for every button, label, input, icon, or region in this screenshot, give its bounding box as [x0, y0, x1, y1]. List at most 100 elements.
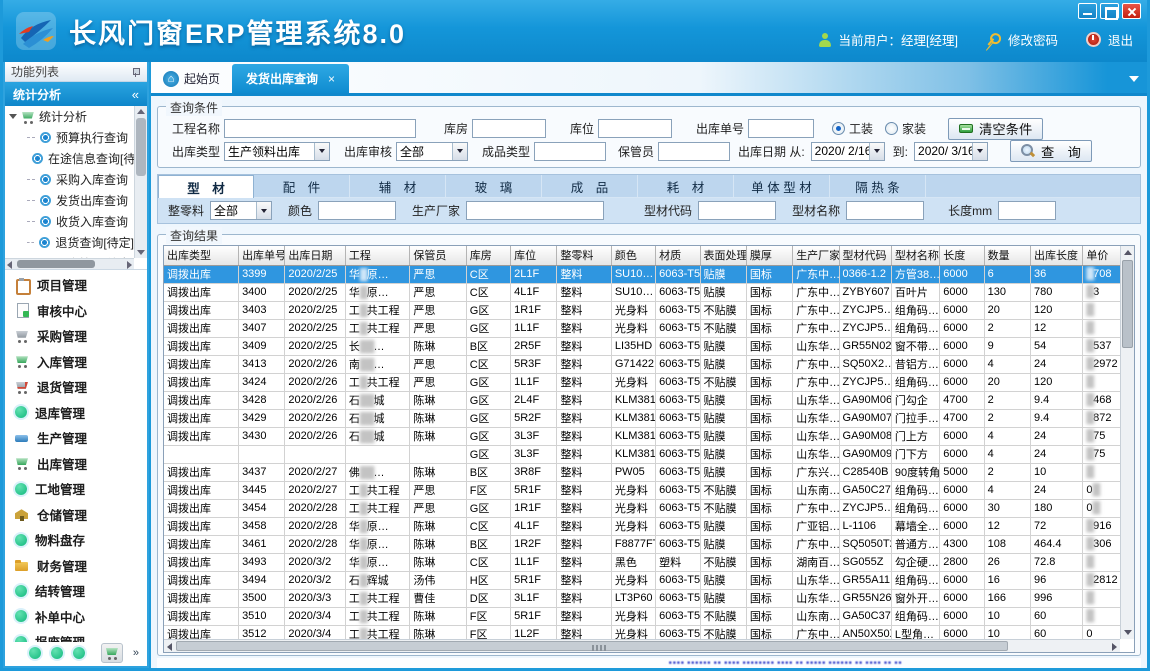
product-type-input[interactable]	[534, 142, 606, 161]
manufacturer-input[interactable]	[466, 201, 604, 220]
green-dot-icon[interactable]	[29, 647, 41, 659]
chevron-down-icon[interactable]	[452, 143, 467, 160]
chevron-down-icon[interactable]	[972, 143, 987, 160]
out-audit-combo[interactable]: 全部	[396, 142, 468, 161]
table-row-10[interactable]: G区3L3F整料KLM38176063-T5贴膜国标山东华…GA90M09…门下…	[164, 445, 1120, 463]
material-tab-2[interactable]: 辅 材	[350, 175, 446, 198]
sidebar-section-header[interactable]: 统计分析 «	[5, 82, 147, 106]
sidebar-item-采购管理[interactable]: 采购管理	[5, 323, 147, 349]
column-header-库房[interactable]: 库房	[466, 246, 510, 265]
profile-name-input[interactable]	[846, 201, 924, 220]
grid-vertical-scrollbar[interactable]	[1120, 246, 1134, 639]
close-button[interactable]	[1122, 3, 1141, 19]
radio-jiazhuang[interactable]	[885, 122, 898, 135]
tree-root-node[interactable]: 统计分析	[5, 106, 134, 127]
column-header-保管员[interactable]: 保管员	[410, 246, 466, 265]
column-header-生产厂家[interactable]: 生产厂家	[793, 246, 839, 265]
green-dot-icon[interactable]	[73, 647, 85, 659]
color-input[interactable]	[318, 201, 396, 220]
table-row-8[interactable]: 调拨出库34292020/2/26石██城陈琳G区5R2F整料KLM381760…	[164, 409, 1120, 427]
table-row-19[interactable]: 调拨出库35102020/3/4工█共工程陈琳F区5R1F整料光身料6063-T…	[164, 607, 1120, 625]
sidebar-item-补单中心[interactable]: 补单中心	[5, 604, 147, 630]
column-header-整零料[interactable]: 整零料	[557, 246, 611, 265]
sidebar-item-项目管理[interactable]: 项目管理	[5, 272, 147, 298]
material-tab-6[interactable]: 单 体 型 材	[734, 175, 830, 198]
tree-item-1[interactable]: 在途信息查询[待	[5, 148, 134, 169]
out-type-combo[interactable]: 生产领料出库	[224, 142, 330, 161]
table-row-0[interactable]: 调拨出库33992020/2/25华█原…严思C区2L1F整料SU10…6063…	[164, 265, 1120, 283]
tree-item-0[interactable]: 预算执行查询	[5, 127, 134, 148]
tree-item-5[interactable]: 退货查询[待定]	[5, 232, 134, 253]
table-row-16[interactable]: 调拨出库34932020/3/2华█原…陈琳C区1L1F整料黑色塑料不贴膜国标湖…	[164, 553, 1120, 571]
date-to-picker[interactable]: 2020/ 3/16	[914, 142, 988, 161]
table-row-9[interactable]: 调拨出库34302020/2/26石██城陈琳G区3L3F整料KLM381760…	[164, 427, 1120, 445]
table-row-18[interactable]: 调拨出库35002020/3/3工█共工程曹佳D区3L1F整料LT3P60606…	[164, 589, 1120, 607]
expand-triangle-icon[interactable]	[9, 114, 17, 119]
column-header-库位[interactable]: 库位	[511, 246, 557, 265]
pin-icon[interactable]	[131, 67, 141, 77]
column-header-长度[interactable]: 长度	[940, 246, 984, 265]
green-dot-icon[interactable]	[51, 647, 63, 659]
sidebar-item-出库管理[interactable]: 出库管理	[5, 451, 147, 477]
table-row-3[interactable]: 调拨出库34072020/2/25工█共工程严思G区1L1F整料光身料6063-…	[164, 319, 1120, 337]
tree-horizontal-scrollbar[interactable]	[5, 258, 134, 269]
tab-list-dropdown-icon[interactable]	[1129, 76, 1139, 82]
material-tab-3[interactable]: 玻 璃	[446, 175, 542, 198]
sidebar-item-财务管理[interactable]: 财务管理	[5, 553, 147, 579]
sidebar-item-工地管理[interactable]: 工地管理	[5, 476, 147, 502]
chevron-down-icon[interactable]	[314, 143, 329, 160]
change-password-button[interactable]: 修改密码	[1008, 30, 1058, 49]
material-tab-7[interactable]: 隔 热 条	[830, 175, 926, 198]
column-header-单价[interactable]: 单价	[1083, 246, 1120, 265]
project-name-input[interactable]	[224, 119, 416, 138]
column-header-型材代码[interactable]: 型材代码	[839, 246, 891, 265]
location-input[interactable]	[598, 119, 672, 138]
column-header-颜色[interactable]: 颜色	[611, 246, 655, 265]
column-header-膜厚[interactable]: 膜厚	[746, 246, 792, 265]
table-row-15[interactable]: 调拨出库34612020/2/28华█原…陈琳B区1R2F整料F8877FT60…	[164, 535, 1120, 553]
maximize-button[interactable]	[1100, 3, 1119, 19]
material-tab-0[interactable]: 型 材	[158, 175, 254, 198]
column-header-数量[interactable]: 数量	[984, 246, 1030, 265]
table-row-7[interactable]: 调拨出库34282020/2/26石██城陈琳G区2L4F整料KLM381760…	[164, 391, 1120, 409]
tab-shipment-outbound-query[interactable]: 发货出库查询 ×	[232, 64, 349, 93]
material-tab-5[interactable]: 耗 材	[638, 175, 734, 198]
column-header-型材名称[interactable]: 型材名称	[891, 246, 939, 265]
radio-gongzhuang-label[interactable]: 工装	[849, 120, 873, 137]
table-row-14[interactable]: 调拨出库34582020/2/28华█原…陈琳C区4L1F整料光身料6063-T…	[164, 517, 1120, 535]
tab-close-icon[interactable]: ×	[328, 72, 335, 86]
column-header-出库长度[interactable]: 出库长度	[1030, 246, 1082, 265]
table-row-5[interactable]: 调拨出库34132020/2/26南██…严思C区5R3F整料G71422606…	[164, 355, 1120, 373]
table-row-11[interactable]: 调拨出库34372020/2/27佛██…陈琳B区3R8F整料PW056063-…	[164, 463, 1120, 481]
column-header-表面处理[interactable]: 表面处理	[700, 246, 746, 265]
minimize-button[interactable]	[1078, 3, 1097, 19]
table-row-4[interactable]: 调拨出库34092020/2/25长██…陈琳B区2R5F整料LI35HD606…	[164, 337, 1120, 355]
date-from-picker[interactable]: 2020/ 2/16	[811, 142, 885, 161]
sidebar-item-审核中心[interactable]: 审核中心	[5, 298, 147, 324]
sidebar-item-退货管理[interactable]: 退货管理	[5, 374, 147, 400]
column-header-材质[interactable]: 材质	[656, 246, 700, 265]
chevron-down-icon[interactable]	[869, 143, 884, 160]
column-header-工程[interactable]: 工程	[345, 246, 409, 265]
collapse-icon[interactable]: «	[132, 87, 139, 102]
material-tab-1[interactable]: 配 件	[254, 175, 350, 198]
table-row-1[interactable]: 调拨出库34002020/2/25华█原…严思C区4L1F整料SU10…6063…	[164, 283, 1120, 301]
tree-vertical-scrollbar[interactable]	[134, 106, 147, 258]
length-mm-input[interactable]	[998, 201, 1056, 220]
table-row-17[interactable]: 调拨出库34942020/3/2石█辉城汤伟H区5R1F整料光身料6063-T5…	[164, 571, 1120, 589]
warehouse-input[interactable]	[472, 119, 546, 138]
logout-button[interactable]: 退出	[1108, 30, 1133, 49]
order-no-input[interactable]	[748, 119, 814, 138]
column-header-出库单号[interactable]: 出库单号	[239, 246, 285, 265]
cart-button[interactable]	[101, 643, 123, 663]
sidebar-item-入库管理[interactable]: 入库管理	[5, 349, 147, 375]
table-row-12[interactable]: 调拨出库34452020/2/27工█共工程严思F区5R1F整料光身料6063-…	[164, 481, 1120, 499]
tree-item-4[interactable]: 收货入库查询	[5, 211, 134, 232]
table-row-2[interactable]: 调拨出库34032020/2/25工█共工程严思G区1R1F整料光身料6063-…	[164, 301, 1120, 319]
tab-home[interactable]: ⌂ 起始页	[155, 65, 232, 93]
chevron-down-icon[interactable]	[256, 202, 271, 219]
sidebar-item-退库管理[interactable]: 退库管理	[5, 400, 147, 426]
whole-part-combo[interactable]: 全部	[210, 201, 272, 220]
column-header-出库日期[interactable]: 出库日期	[285, 246, 345, 265]
sidebar-item-报废管理[interactable]: 报废管理	[5, 629, 147, 642]
